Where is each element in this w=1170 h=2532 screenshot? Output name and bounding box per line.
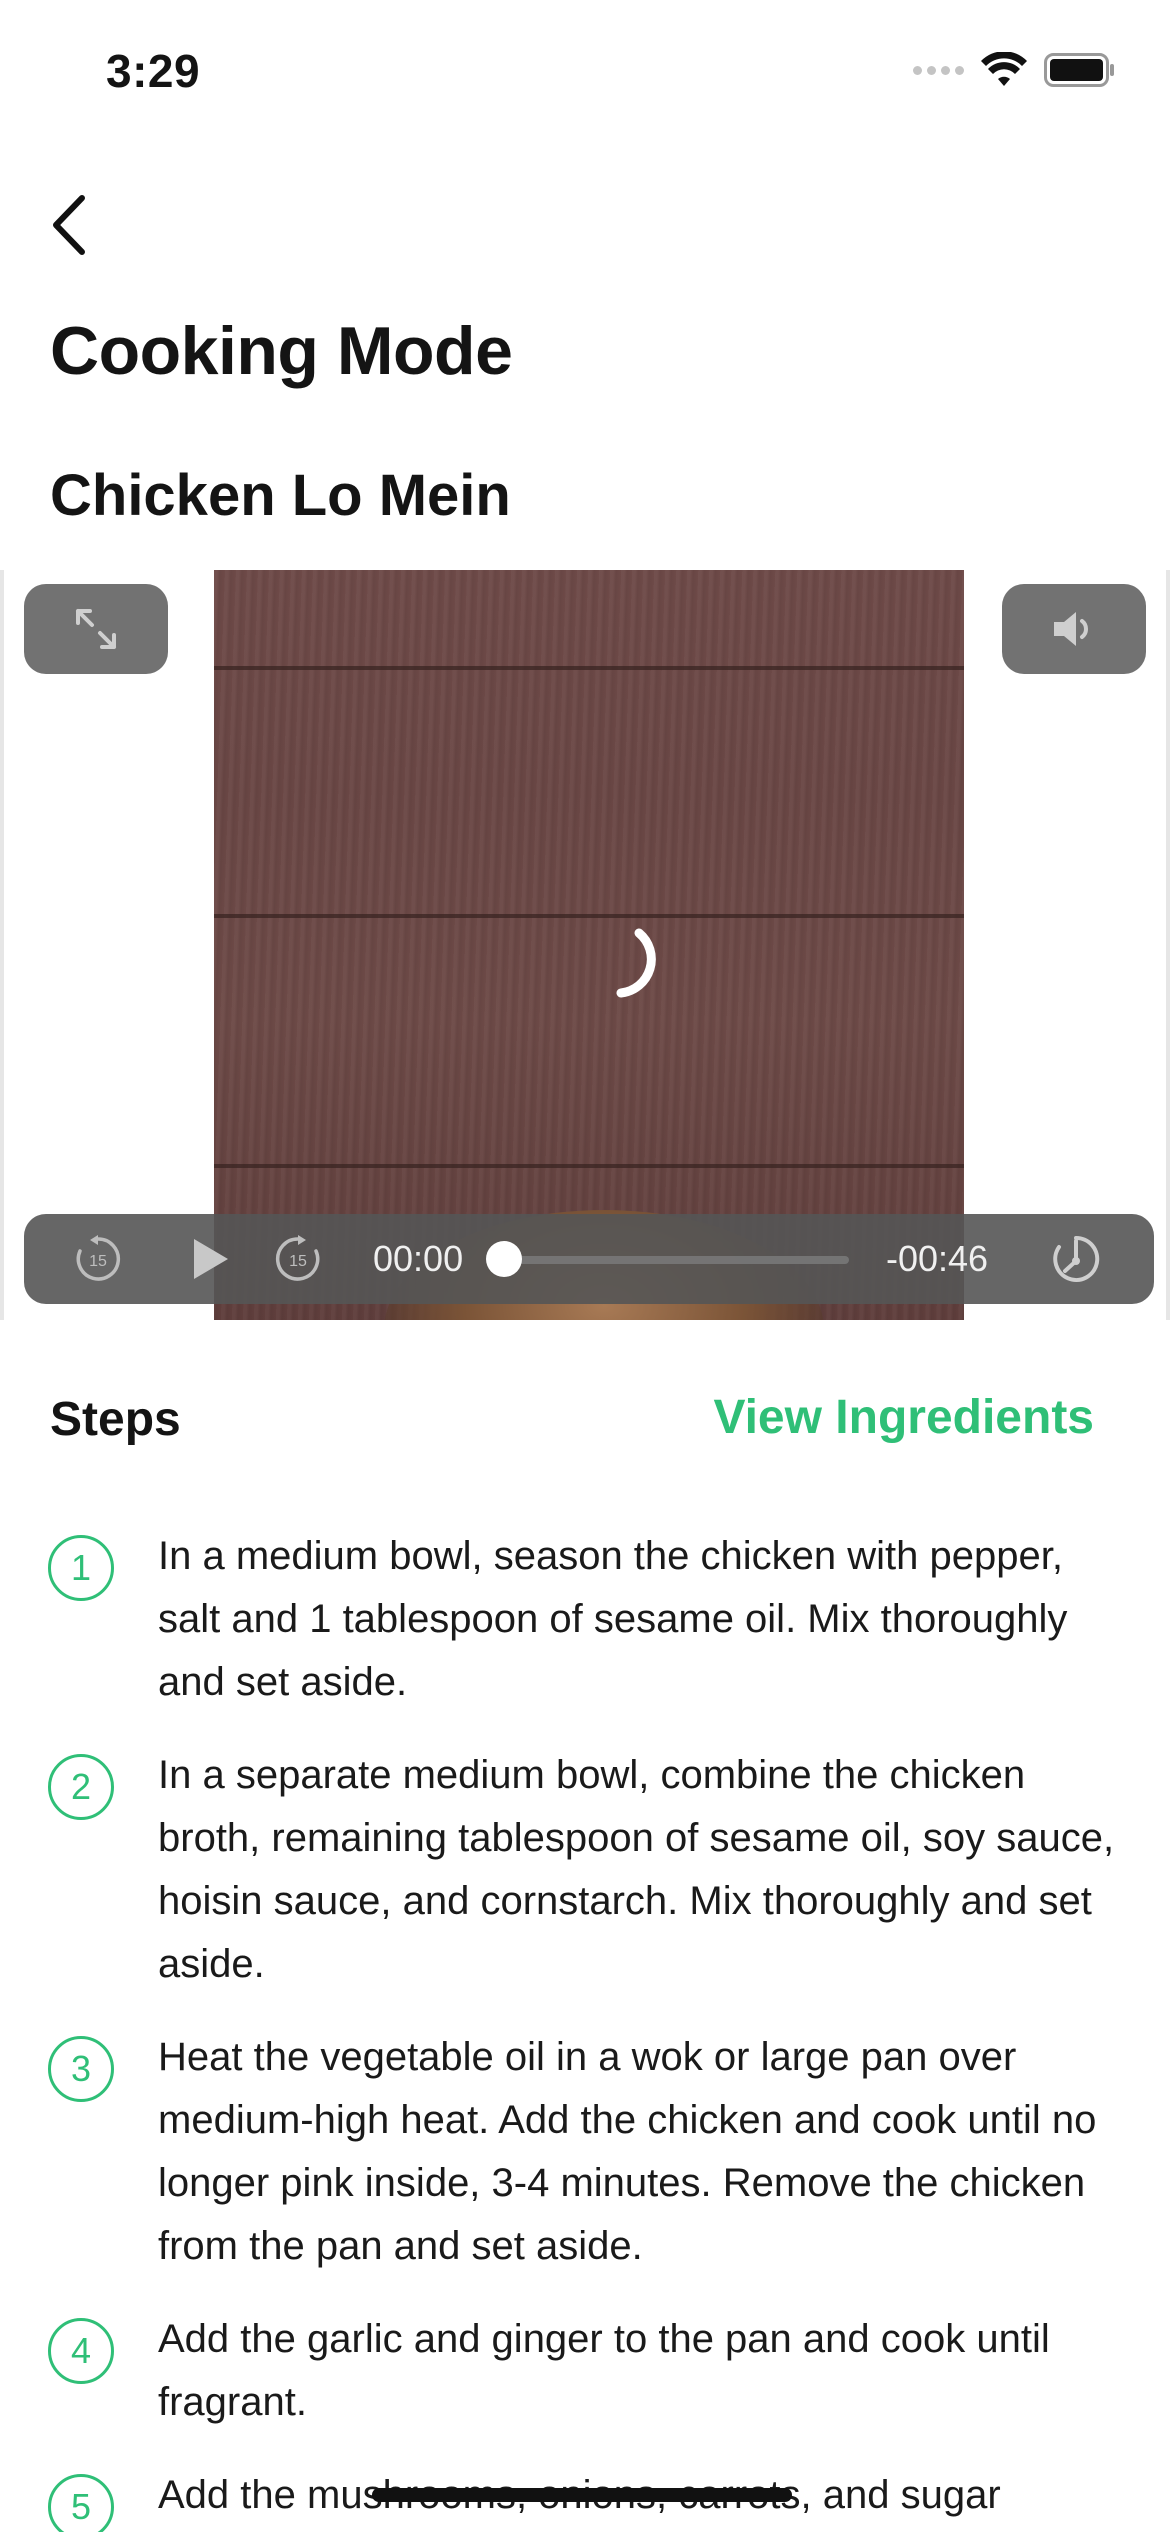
step-text: In a medium bowl, season the chicken wit… [158, 1534, 1068, 1704]
fullscreen-button[interactable] [24, 584, 168, 674]
video-controls-bar: 15 15 00:00 -00:46 [24, 1214, 1154, 1304]
page-title: Cooking Mode [50, 313, 513, 389]
home-indicator[interactable] [372, 2488, 792, 2502]
progress-track[interactable] [504, 1256, 849, 1264]
speaker-icon [1054, 612, 1088, 646]
step-number-badge: 1 [48, 1535, 114, 1601]
back-button[interactable] [40, 190, 96, 260]
step-text: Heat the vegetable oil in a wok or large… [158, 2035, 1097, 2268]
remaining-time: -00:46 [886, 1238, 989, 1279]
step-item: 1 In a medium bowl, season the chicken w… [0, 1525, 1170, 1714]
cellular-signal-icon [913, 65, 964, 75]
steps-list: 1 In a medium bowl, season the chicken w… [0, 1525, 1170, 2532]
loading-spinner-icon [616, 928, 656, 998]
play-icon [194, 1239, 228, 1279]
step-text: Add the garlic and ginger to the pan and… [158, 2317, 1050, 2424]
step-item: 4 Add the garlic and ginger to the pan a… [0, 2308, 1170, 2434]
battery-icon [1044, 53, 1116, 87]
skip-forward-15-button[interactable]: 15 [270, 1214, 326, 1304]
video-frame[interactable] [214, 570, 964, 1320]
svg-text:15: 15 [89, 1253, 107, 1270]
current-time: 00:00 [373, 1238, 464, 1279]
play-button[interactable] [182, 1214, 238, 1304]
step-number-badge: 5 [48, 2474, 114, 2532]
view-ingredients-link[interactable]: View Ingredients [713, 1390, 1094, 1445]
video-player[interactable]: 15 15 00:00 -00:46 [0, 570, 1170, 1320]
step-item: 3 Heat the vegetable oil in a wok or lar… [0, 2026, 1170, 2278]
playback-speed-button[interactable] [1046, 1214, 1106, 1304]
rewind-15-icon: 15 [76, 1235, 121, 1281]
chevron-left-icon [53, 195, 85, 255]
expand-icon [76, 609, 116, 649]
speedometer-icon [1053, 1235, 1100, 1282]
progress-thumb[interactable] [486, 1241, 522, 1277]
step-number-badge: 2 [48, 1754, 114, 1820]
step-item: 2 In a separate medium bowl, combine the… [0, 1744, 1170, 1996]
volume-button[interactable] [1002, 584, 1146, 674]
step-text: In a separate medium bowl, combine the c… [158, 1753, 1115, 1986]
skip-back-15-button[interactable]: 15 [70, 1214, 126, 1304]
svg-text:15: 15 [289, 1253, 307, 1270]
recipe-title: Chicken Lo Mein [50, 463, 511, 528]
step-number-badge: 4 [48, 2318, 114, 2384]
steps-heading: Steps [50, 1393, 181, 1446]
status-time: 3:29 [106, 45, 201, 97]
status-icons [913, 52, 1116, 88]
wifi-icon [980, 52, 1028, 88]
step-number-badge: 3 [48, 2036, 114, 2102]
cooking-mode-screen: 3:29 Cooking Mode Chicken Lo Mein 15 15 … [0, 0, 1170, 2532]
forward-15-icon: 15 [275, 1235, 320, 1281]
status-bar: 3:29 [0, 0, 1170, 150]
